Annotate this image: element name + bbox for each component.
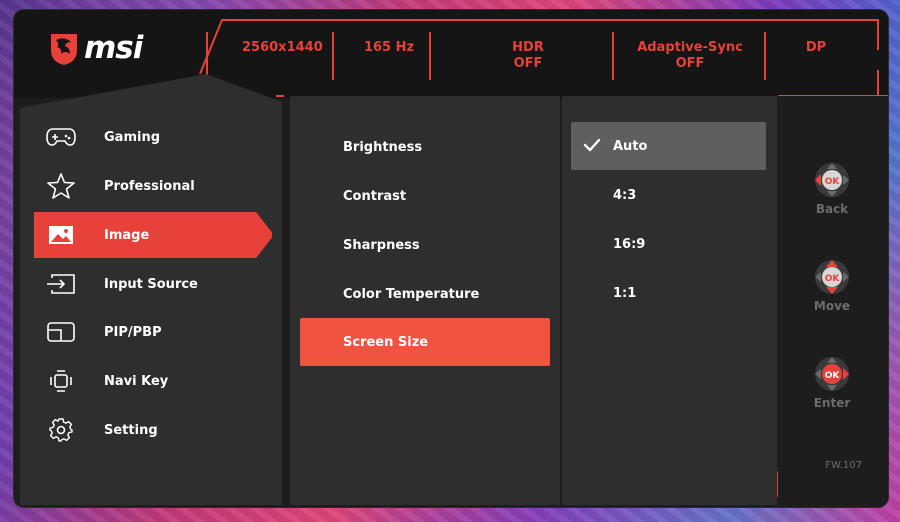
pip-icon	[46, 319, 76, 345]
menu-item-professional[interactable]: Professional	[34, 163, 272, 209]
joystick-right-icon: OK	[815, 357, 849, 391]
status-separator	[612, 32, 614, 80]
nav-hint-move: OK Move	[805, 257, 859, 313]
option-label: Auto	[613, 138, 648, 154]
nav-hint-caption: Move	[813, 299, 851, 313]
gamepad-icon	[46, 124, 76, 150]
submenu-item-contrast[interactable]: Contrast	[300, 172, 550, 220]
menu-item-image[interactable]: Image	[34, 212, 272, 258]
option-label: 16:9	[613, 236, 646, 252]
firmware-version: FW.107	[825, 460, 862, 471]
screen-size-options: Auto 4:3 16:9 1:1	[562, 96, 777, 505]
status-hdr: HDR OFF	[502, 40, 554, 72]
option-auto[interactable]: Auto	[571, 122, 766, 170]
ok-glyph: OK	[825, 274, 841, 284]
msi-dragon-icon	[51, 34, 77, 65]
navi-key-guide: OK Back OK Move OK Enter FW.107	[778, 96, 888, 505]
option-16-9[interactable]: 16:9	[571, 220, 766, 268]
menu-item-label: Professional	[104, 178, 195, 194]
option-label: 1:1	[613, 285, 637, 301]
submenu-item-sharpness[interactable]: Sharpness	[300, 221, 550, 269]
status-separator	[206, 32, 208, 80]
option-4-3[interactable]: 4:3	[571, 171, 766, 219]
menu-item-label: PIP/PBP	[104, 324, 162, 340]
status-bar	[14, 10, 888, 98]
menu-item-gaming[interactable]: Gaming	[34, 114, 272, 160]
menu-item-navi-key[interactable]: Navi Key	[34, 358, 272, 404]
nav-hint-back: OK Back	[805, 160, 859, 216]
star-icon	[46, 173, 76, 199]
image-icon	[46, 222, 76, 248]
menu-item-label: Setting	[104, 422, 158, 438]
status-separator	[332, 32, 334, 80]
gear-icon	[46, 417, 76, 443]
checkmark-icon	[583, 138, 601, 152]
submenu-item-screen-size[interactable]: Screen Size	[300, 318, 550, 366]
brand-name: msi	[84, 30, 143, 66]
menu-item-input-source[interactable]: Input Source	[34, 261, 272, 307]
status-hdr-value: OFF	[513, 56, 543, 71]
joystick-left-icon: OK	[815, 163, 849, 197]
submenu-item-color-temperature[interactable]: Color Temperature	[300, 270, 550, 318]
status-refresh-rate: 165 Hz	[363, 40, 415, 55]
submenu-item-brightness[interactable]: Brightness	[300, 123, 550, 171]
option-1-1[interactable]: 1:1	[571, 269, 766, 317]
menu-item-label: Input Source	[104, 276, 198, 292]
ok-glyph: OK	[825, 371, 841, 381]
nav-hint-caption: Back	[815, 202, 849, 216]
status-separator	[429, 32, 431, 80]
osd-menu: msi 2560x1440 165 Hz HDR OFF Adaptive-Sy…	[14, 10, 888, 507]
menu-item-label: Navi Key	[104, 373, 169, 389]
msi-logo: msi	[48, 30, 143, 66]
joystick-updown-icon: OK	[815, 260, 849, 294]
status-adaptive-sync-label: Adaptive-Sync	[637, 40, 743, 55]
menu-item-pip-pbp[interactable]: PIP/PBP	[34, 309, 272, 355]
menu-item-setting[interactable]: Setting	[34, 407, 272, 453]
menu-item-label: Image	[104, 227, 150, 243]
image-submenu: Brightness Contrast Sharpness Color Temp…	[290, 96, 560, 505]
navi-key-icon	[46, 368, 76, 394]
status-input: DP	[805, 40, 827, 55]
status-adaptive-sync-value: OFF	[675, 56, 705, 71]
status-resolution: 2560x1440	[242, 40, 323, 55]
status-hdr-label: HDR	[512, 40, 544, 55]
input-source-icon	[46, 271, 76, 297]
ok-glyph: OK	[825, 177, 841, 187]
status-adaptive-sync: Adaptive-Sync OFF	[634, 40, 746, 72]
nav-hint-enter: OK Enter	[805, 354, 859, 410]
status-separator	[764, 32, 766, 80]
option-label: 4:3	[613, 187, 637, 203]
menu-item-label: Gaming	[104, 129, 161, 145]
nav-hint-caption: Enter	[813, 396, 851, 410]
